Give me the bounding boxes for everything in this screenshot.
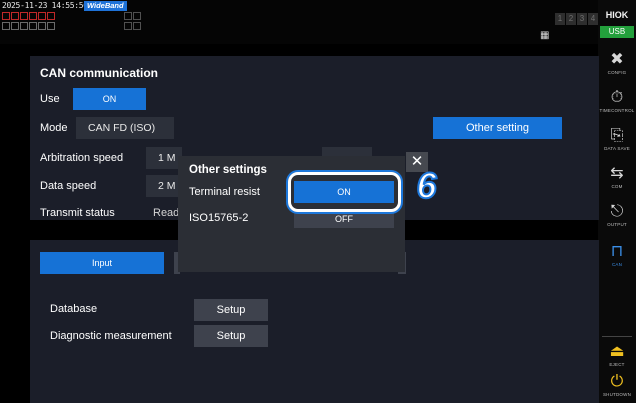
usb-badge: USB (600, 26, 634, 38)
channel-indicator (20, 12, 28, 20)
sidebar-label: CAN (611, 262, 623, 267)
page-tab[interactable]: 4 (588, 13, 598, 25)
channel-indicator (11, 22, 19, 30)
data-speed-select[interactable]: 2 M (146, 175, 182, 197)
transmit-status-label: Transmit status (40, 207, 115, 219)
channel-indicator (20, 22, 28, 30)
channel-indicator (11, 12, 19, 20)
sidebar-datasave-button[interactable]: ⎘ DATA SAVE (598, 124, 636, 162)
timestamp: 2025-11-23 14:55:50 (2, 1, 88, 10)
sidebar-can-button[interactable]: ⊓ CAN (598, 240, 636, 278)
wrench-screwdriver-icon: ✖ (610, 51, 624, 68)
page-tab[interactable]: 3 (577, 13, 587, 25)
sidebar-shutdown-button[interactable]: ⏻ SHUTDOWN (598, 370, 636, 403)
sidebar-divider (602, 336, 632, 337)
output-icon: ⎋ (610, 203, 624, 220)
status-bar: 2025-11-23 14:55:50 WideBand ▦ 1 2 3 4 (0, 0, 598, 44)
can-waveform-icon: ⊓ (610, 243, 624, 260)
channel-indicators-row-1 (2, 12, 55, 20)
data-save-icon: ⎘ (610, 127, 624, 144)
database-setup-button[interactable]: Setup (194, 299, 268, 321)
highlight-frame (288, 172, 401, 212)
step-callout: 6 (415, 165, 437, 207)
arbitration-speed-label: Arbitration speed (40, 152, 124, 164)
arrows-icon: ⇆ (610, 165, 624, 182)
page-tab[interactable]: 2 (566, 13, 576, 25)
channel-indicator (47, 22, 55, 30)
status-indicator (133, 12, 141, 20)
iso15765-label: ISO15765-2 (189, 212, 249, 224)
sidebar-label: SHUTDOWN (602, 392, 632, 397)
sidebar-com-button[interactable]: ⇆ COM (598, 162, 636, 200)
sidebar-timecontrol-button[interactable]: ⏱ TIMECONTROL (598, 86, 636, 124)
channel-indicator (2, 22, 10, 30)
sidebar-label: EJECT (609, 362, 625, 367)
tab-input[interactable]: Input (40, 252, 164, 274)
status-indicator (124, 22, 132, 30)
channel-indicator (38, 12, 46, 20)
sidebar-label: TIMECONTROL (599, 108, 635, 113)
transmit-status-value: Read (153, 207, 180, 219)
diagnostic-measurement-label: Diagnostic measurement (50, 330, 172, 342)
dialog-title: Other settings (189, 164, 267, 176)
iso15765-toggle[interactable]: OFF (294, 210, 394, 228)
sidebar: HIOK USB ✖ CONFIG ⏱ TIMECONTROL ⎘ DATA S… (598, 0, 636, 403)
data-speed-label: Data speed (40, 180, 97, 192)
channel-indicator (29, 12, 37, 20)
mode-select[interactable]: CAN FD (ISO) (76, 117, 174, 139)
page-tab[interactable]: 1 (555, 13, 565, 25)
channel-indicators-row-2 (2, 22, 55, 30)
sidebar-config-button[interactable]: ✖ CONFIG (598, 48, 636, 86)
sidebar-label: COM (611, 184, 623, 189)
use-label: Use (40, 93, 60, 105)
database-label: Database (50, 303, 98, 315)
sidebar-label: OUTPUT (607, 222, 627, 227)
page-title: CAN communication (40, 66, 159, 80)
eject-icon: ⏏ (609, 343, 625, 360)
use-toggle-button[interactable]: ON (73, 88, 146, 110)
arbitration-speed-select[interactable]: 1 M (146, 147, 182, 169)
other-setting-button[interactable]: Other setting (433, 117, 562, 139)
channel-indicator (47, 12, 55, 20)
sidebar-output-button[interactable]: ⎋ OUTPUT (598, 200, 636, 238)
brand-logo: HIOK (605, 10, 629, 20)
page-tabs: 1 2 3 4 (555, 13, 598, 25)
status-indicator (133, 22, 141, 30)
stopwatch-icon: ⏱ (610, 89, 624, 106)
terminal-resist-label: Terminal resist (189, 186, 260, 198)
sidebar-label: CONFIG (607, 70, 627, 75)
mode-label: Mode (40, 122, 68, 134)
wideband-badge: WideBand (84, 1, 127, 11)
sidebar-label: DATA SAVE (604, 146, 630, 151)
status-indicator (124, 12, 132, 20)
channel-indicator (2, 12, 10, 20)
shutdown-icon: ⏻ (610, 373, 624, 390)
diagnostic-setup-button[interactable]: Setup (194, 325, 268, 347)
network-icon: ▦ (540, 30, 550, 41)
channel-indicator (38, 22, 46, 30)
channel-indicator (29, 22, 37, 30)
